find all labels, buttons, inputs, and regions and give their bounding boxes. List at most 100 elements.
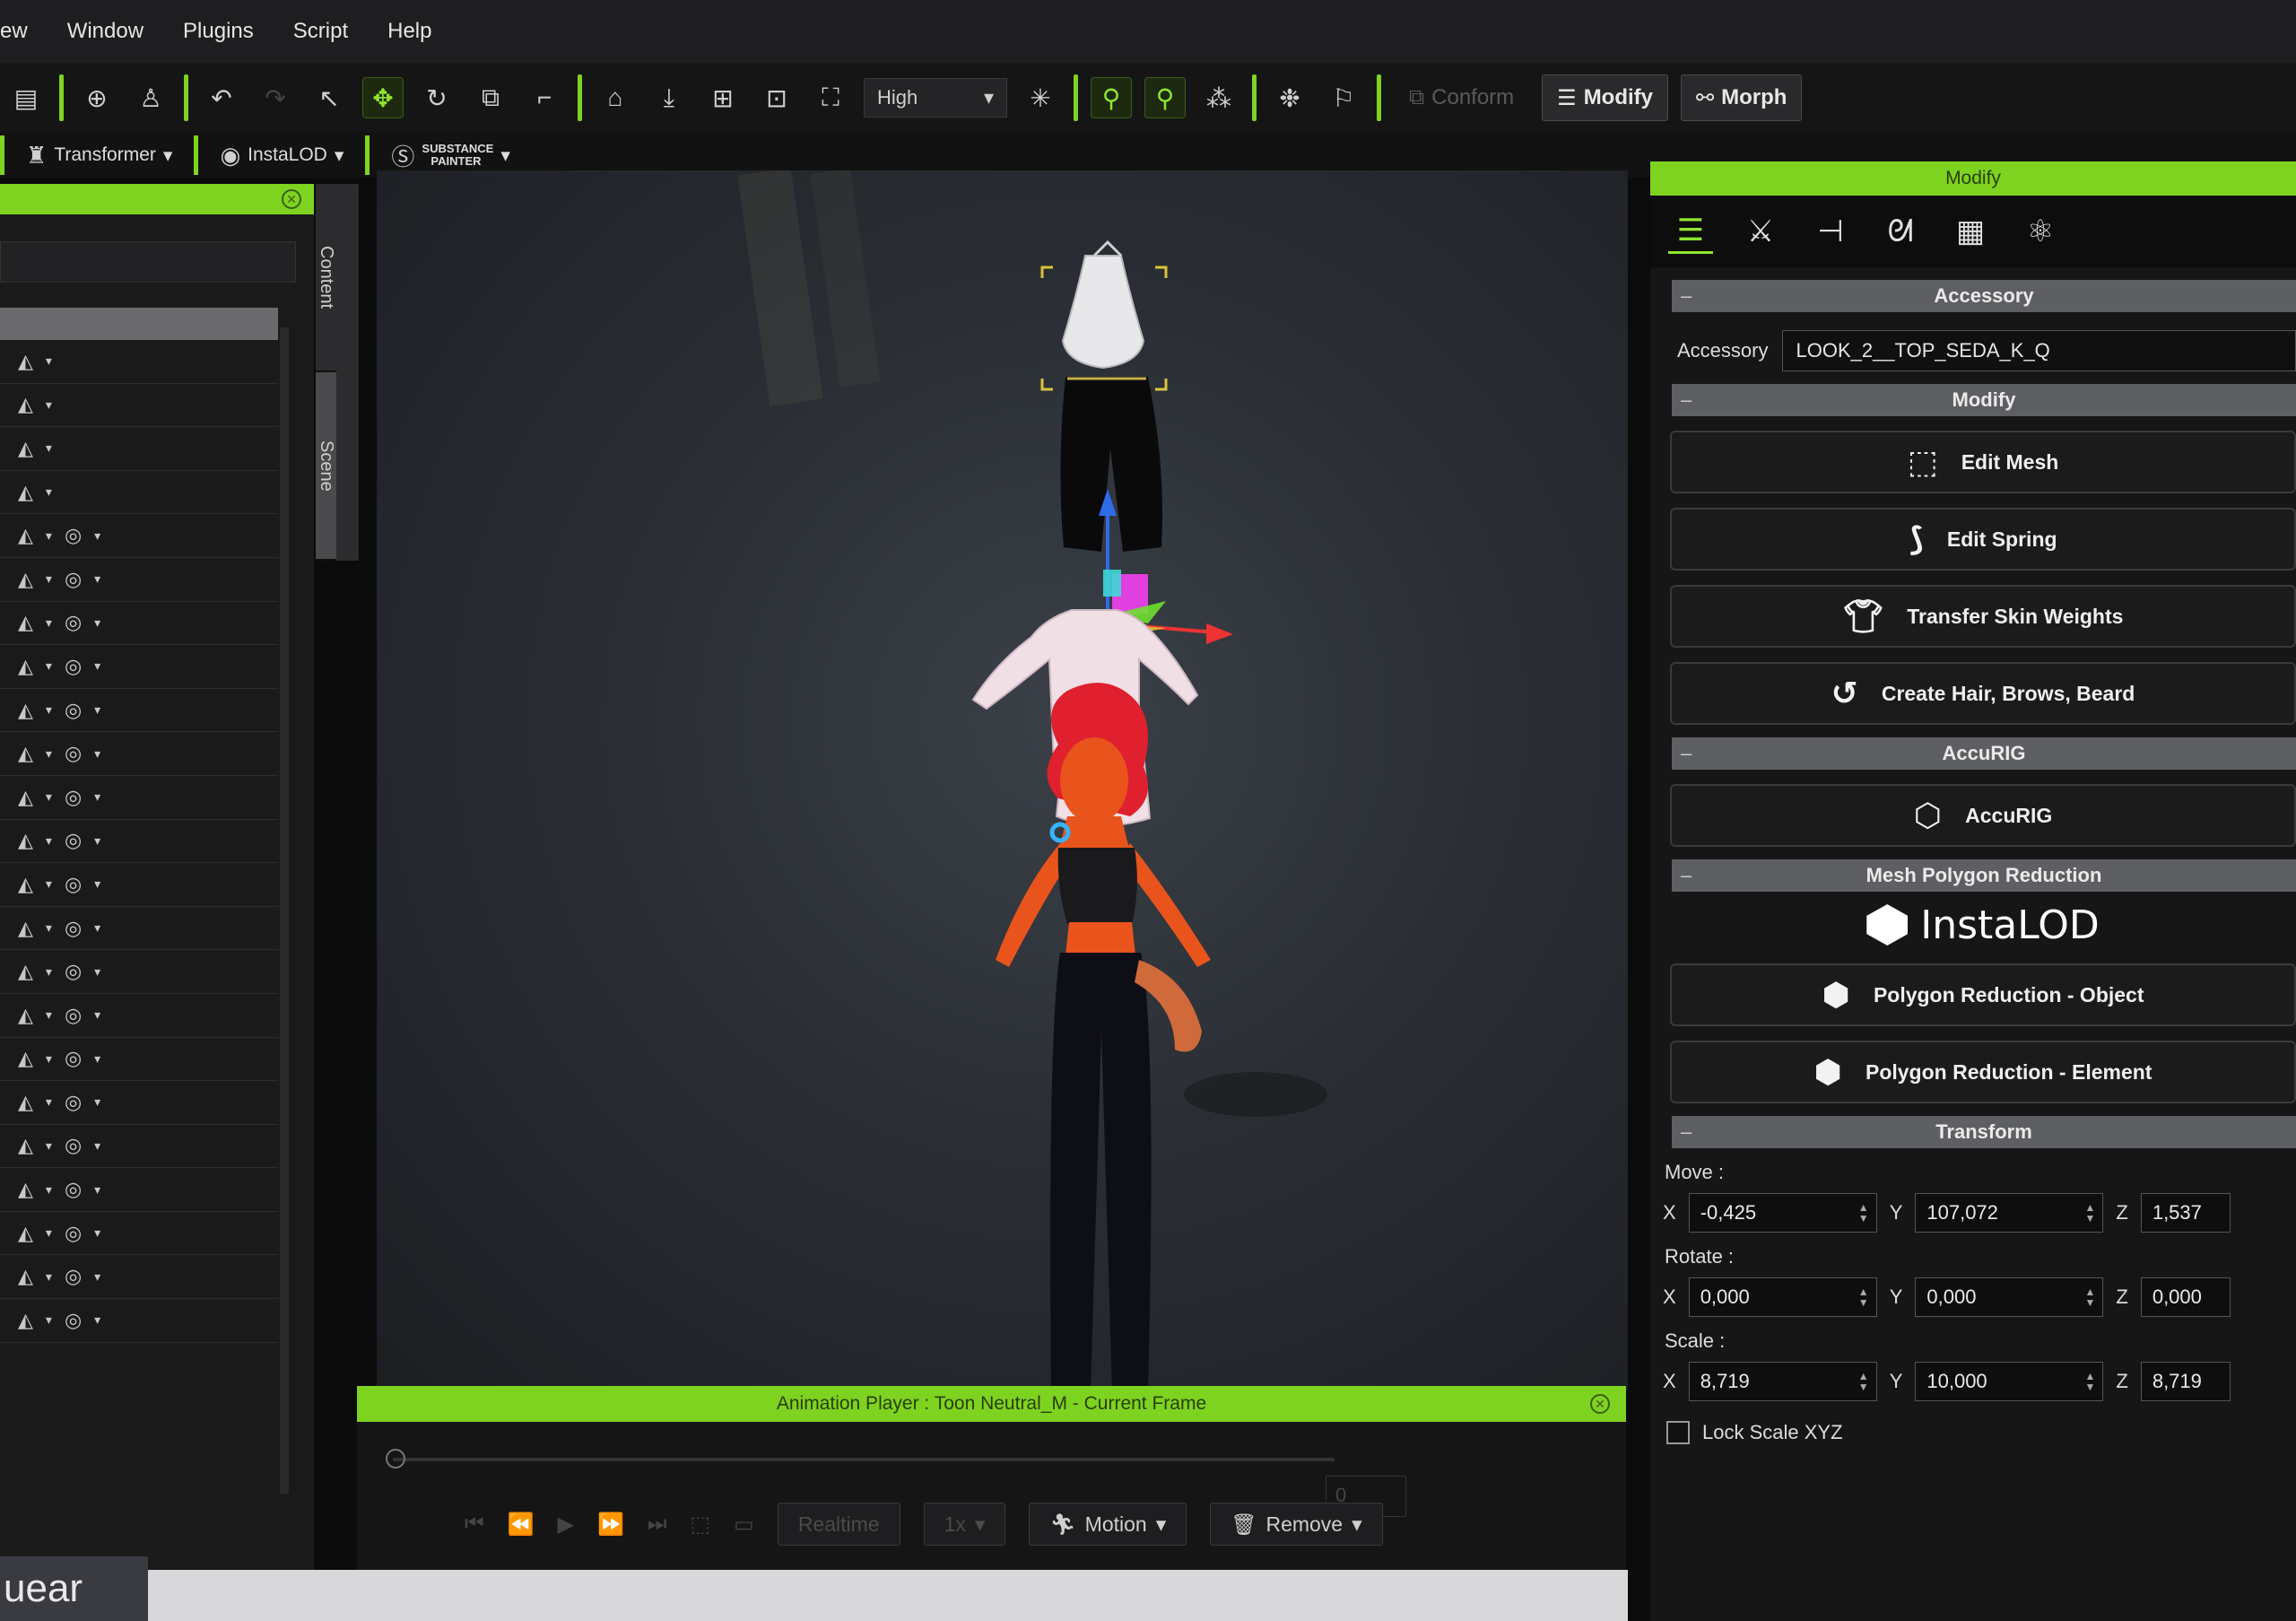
chevron-down-icon[interactable]: ▾ [94,1051,100,1067]
pants-garment[interactable] [1060,377,1162,552]
instalod-menu[interactable]: ◉ InstaLOD ▾ [211,142,352,170]
remove-button[interactable]: 🗑︎ Remove ▾ [1210,1503,1383,1546]
scene-list-item[interactable]: ◭ ▾ ◎ ▾ [0,514,278,558]
accessory-name-field[interactable]: LOOK_2__TOP_SEDA_K_Q [1782,330,2296,371]
material-icon[interactable]: ▦ [1948,209,1993,254]
scene-list-item[interactable]: ◭ ▾ ◎ ▾ [0,689,278,733]
scale-tool-icon[interactable]: ⧉ [470,77,511,118]
person-icon[interactable]: ♙ [130,77,171,118]
spinner-icon[interactable]: ▲ ▼ [2084,1286,2095,1308]
chevron-down-icon[interactable]: ▾ [46,1051,52,1067]
visibility-icon[interactable]: ◎ [65,1309,82,1332]
conform-button[interactable]: ⧉ Conform [1394,74,1529,121]
visibility-icon[interactable]: ◎ [65,1134,82,1157]
chevron-down-icon[interactable]: ▾ [46,833,52,849]
chevron-down-icon[interactable]: ▾ [94,964,100,980]
close-icon[interactable]: ✕ [1590,1394,1610,1414]
chevron-down-icon[interactable]: ▾ [46,1269,52,1285]
menu-window[interactable]: Window [67,19,144,44]
polygon-reduction-object-button[interactable]: ⬢ Polygon Reduction - Object [1670,963,2296,1026]
visibility-icon[interactable]: ◎ [65,655,82,678]
chevron-down-icon[interactable]: ▾ [94,658,100,674]
chevron-down-icon[interactable]: ▾ [94,528,100,544]
menu-plugins[interactable]: Plugins [183,19,254,44]
play-icon[interactable]: ▶ [558,1512,574,1538]
bone-icon[interactable]: ⊣ [1808,209,1853,254]
chevron-down-icon[interactable]: ▾ [46,1225,52,1241]
expression-icon[interactable]: ᘛ [1878,209,1923,254]
scene-list-item[interactable]: ◭ ▾ ◎ ▾ [0,820,278,864]
menu-view[interactable]: ew [0,19,28,44]
spinner-icon[interactable]: ▲ ▼ [2084,1371,2095,1392]
transform-section-header[interactable]: – Transform [1672,1116,2296,1148]
visibility-icon[interactable]: ◎ [65,1178,82,1201]
loop-icon[interactable]: ⬚ [690,1512,710,1538]
undo-icon[interactable]: ↶ [201,77,242,118]
scene-list-item[interactable]: ◭ ▾ [0,340,278,384]
chevron-down-icon[interactable]: ▾ [94,1094,100,1110]
scale-z-input[interactable]: 8,719 [2140,1362,2231,1401]
zoom-icon[interactable]: ⊕ [76,77,117,118]
scene-list-item[interactable]: ◭ ▾ ◎ ▾ [0,950,278,994]
transfer-skin-weights-button[interactable]: 👕︎ Transfer Skin Weights [1670,585,2296,648]
menu-help[interactable]: Help [387,19,431,44]
visibility-icon[interactable]: ◎ [65,786,82,809]
chevron-down-icon[interactable]: ▾ [46,789,52,805]
chevron-down-icon[interactable]: ▾ [46,920,52,936]
speed-dropdown[interactable]: 1x ▾ [923,1503,1006,1546]
chevron-down-icon[interactable]: ▾ [46,571,52,587]
scene-list-item[interactable]: ◭ ▾ ◎ ▾ [0,1299,278,1343]
jump-end-icon[interactable]: ⏭ [648,1512,667,1537]
sliders-icon[interactable]: ☰ [1668,209,1713,254]
effects-icon[interactable]: ❉ [1269,77,1310,118]
scene-list-item[interactable]: ◭ ▾ [0,471,278,515]
morph-button[interactable]: ⚯ Morph [1681,74,1803,121]
move-tool-icon[interactable]: ✥ [362,77,404,118]
chevron-down-icon[interactable]: ▾ [46,1138,52,1154]
fit-icon[interactable]: ⛶ [810,77,851,118]
pick-icon[interactable]: ⚲ [1091,77,1132,118]
scene-list-item[interactable]: ◭ ▾ ◎ ▾ [0,1125,278,1169]
chevron-down-icon[interactable]: ▾ [94,571,100,587]
scene-list-item[interactable]: ◭ ▾ ◎ ▾ [0,907,278,951]
align-icon[interactable]: ⌐ [524,77,565,118]
chevron-down-icon[interactable]: ▾ [94,833,100,849]
chevron-down-icon[interactable]: ▾ [46,1094,52,1110]
step-back-icon[interactable]: ⏪ [508,1512,535,1538]
scene-list-item[interactable]: ◭ ▾ ◎ ▾ [0,1168,278,1212]
jump-start-icon[interactable]: ⏮ [465,1512,484,1537]
visibility-icon[interactable]: ◎ [65,1091,82,1114]
chevron-down-icon[interactable]: ▾ [94,615,100,631]
chevron-down-icon[interactable]: ▾ [94,1138,100,1154]
spinner-icon[interactable]: ▲ ▼ [1858,1202,1869,1224]
chevron-down-icon[interactable]: ▾ [46,615,52,631]
realtime-dropdown[interactable]: Realtime [777,1503,900,1546]
chevron-down-icon[interactable]: ▾ [94,876,100,892]
menu-script[interactable]: Script [293,19,348,44]
substance-painter-menu[interactable]: Ⓢ SUBSTANCE PAINTER ▾ [382,139,519,172]
top-garment[interactable] [1061,240,1145,370]
mesh-reduction-section-header[interactable]: – Mesh Polygon Reduction [1672,859,2296,892]
scene-list-item[interactable]: ◭ ▾ ◎ ▾ [0,645,278,689]
quality-dropdown[interactable]: High ▾ [864,78,1007,118]
visibility-icon[interactable]: ◎ [65,873,82,896]
pick-parent-icon[interactable]: ⚲ [1144,77,1186,118]
accurig-button[interactable]: ⬡ AccuRIG [1670,784,2296,847]
timeline-knob[interactable] [386,1449,405,1468]
scene-list-item[interactable]: ◭ ▾ ◎ ▾ [0,1038,278,1082]
transformer-menu[interactable]: ♜ Transformer ▾ [17,142,181,170]
scene-list-item[interactable]: ◭ ▾ [0,427,278,471]
plus-box-icon[interactable]: ⊞ [702,77,744,118]
scene-list-item[interactable]: ◭ ▾ ◎ ▾ [0,1212,278,1256]
frame-icon[interactable]: ⊡ [756,77,797,118]
visibility-icon[interactable]: ◎ [65,1265,82,1288]
visibility-icon[interactable]: ◎ [65,960,82,983]
pose-icon[interactable]: ⚔ [1738,209,1783,254]
chevron-down-icon[interactable]: ▾ [94,746,100,762]
chevron-down-icon[interactable]: ▾ [46,353,52,369]
move-y-input[interactable]: 107,072 ▲ ▼ [1915,1193,2104,1233]
chevron-down-icon[interactable]: ▾ [94,1007,100,1023]
range-icon[interactable]: ▭ [734,1512,754,1538]
select-icon[interactable]: ↖ [309,77,350,118]
chevron-down-icon[interactable]: ▾ [46,440,52,456]
